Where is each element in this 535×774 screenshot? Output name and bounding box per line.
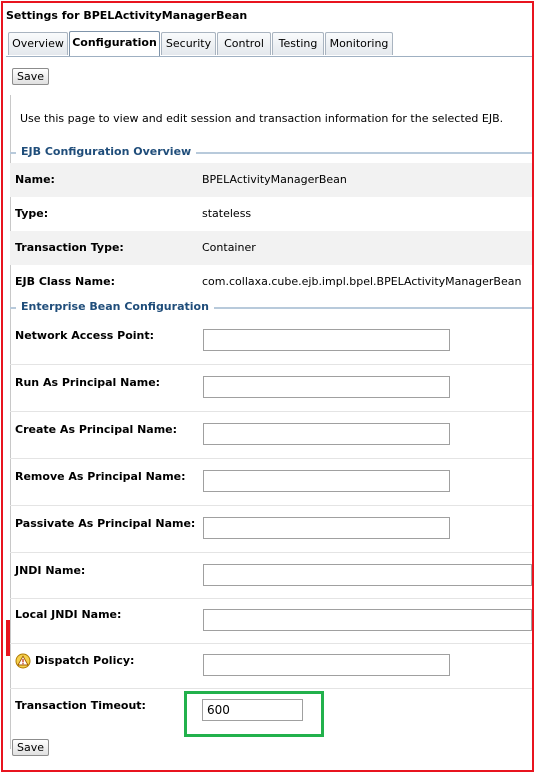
tab-control[interactable]: Control — [217, 32, 271, 55]
field-label: Remove As Principal Name: — [15, 470, 186, 483]
network-access-point-input[interactable] — [203, 329, 450, 351]
section-title: EJB Configuration Overview — [16, 145, 197, 158]
property-value: Container — [202, 241, 256, 254]
property-label: EJB Class Name: — [15, 275, 115, 288]
tab-security[interactable]: Security — [161, 32, 216, 55]
tab-bar: Overview Configuration Security Control … — [6, 31, 532, 57]
tab-overview[interactable]: Overview — [8, 32, 68, 55]
field-label: Create As Principal Name: — [15, 423, 178, 436]
tab-testing[interactable]: Testing — [272, 32, 324, 55]
property-label: Name: — [15, 173, 55, 186]
tab-configuration[interactable]: Configuration — [69, 31, 160, 56]
section-title: Enterprise Bean Configuration — [16, 300, 214, 313]
ejb-overview-section-header: EJB Configuration Overview — [10, 145, 532, 160]
jndi-name-input[interactable] — [203, 564, 532, 586]
field-label: Local JNDI Name: — [15, 608, 122, 621]
property-row-name: Name: BPELActivityManagerBean — [10, 163, 532, 197]
highlight-box — [184, 691, 324, 737]
intro-text: Use this page to view and edit session a… — [20, 112, 504, 125]
save-button-bottom[interactable]: Save — [12, 739, 50, 756]
bean-config-section-header: Enterprise Bean Configuration — [10, 300, 532, 315]
page-title: Settings for BPELActivityManagerBean — [6, 9, 248, 22]
field-label: Dispatch Policy: — [35, 654, 135, 667]
dispatch-policy-input[interactable] — [203, 654, 450, 676]
save-button-top[interactable]: Save — [12, 68, 50, 85]
run-as-principal-input[interactable] — [203, 376, 450, 398]
property-value: BPELActivityManagerBean — [202, 173, 347, 186]
tab-monitoring[interactable]: Monitoring — [325, 32, 393, 55]
field-label: JNDI Name: — [15, 564, 86, 577]
property-row-ejb-class-name: EJB Class Name: com.collaxa.cube.ejb.imp… — [10, 265, 532, 299]
local-jndi-name-input[interactable] — [203, 609, 532, 631]
field-label: Passivate As Principal Name: — [15, 517, 196, 530]
property-label: Type: — [15, 207, 49, 220]
create-as-principal-input[interactable] — [203, 423, 450, 445]
field-label: Transaction Timeout: — [15, 699, 146, 712]
property-value: stateless — [202, 207, 252, 220]
field-label: Network Access Point: — [15, 329, 155, 342]
remove-as-principal-input[interactable] — [203, 470, 450, 492]
field-label: Run As Principal Name: — [15, 376, 161, 389]
property-row-type: Type: stateless — [10, 197, 532, 231]
property-row-transaction-type: Transaction Type: Container — [10, 231, 532, 265]
passivate-as-principal-input[interactable] — [203, 517, 450, 539]
property-label: Transaction Type: — [15, 241, 124, 254]
property-value: com.collaxa.cube.ejb.impl.bpel.BPELActiv… — [202, 275, 522, 288]
warning-icon — [15, 653, 31, 669]
